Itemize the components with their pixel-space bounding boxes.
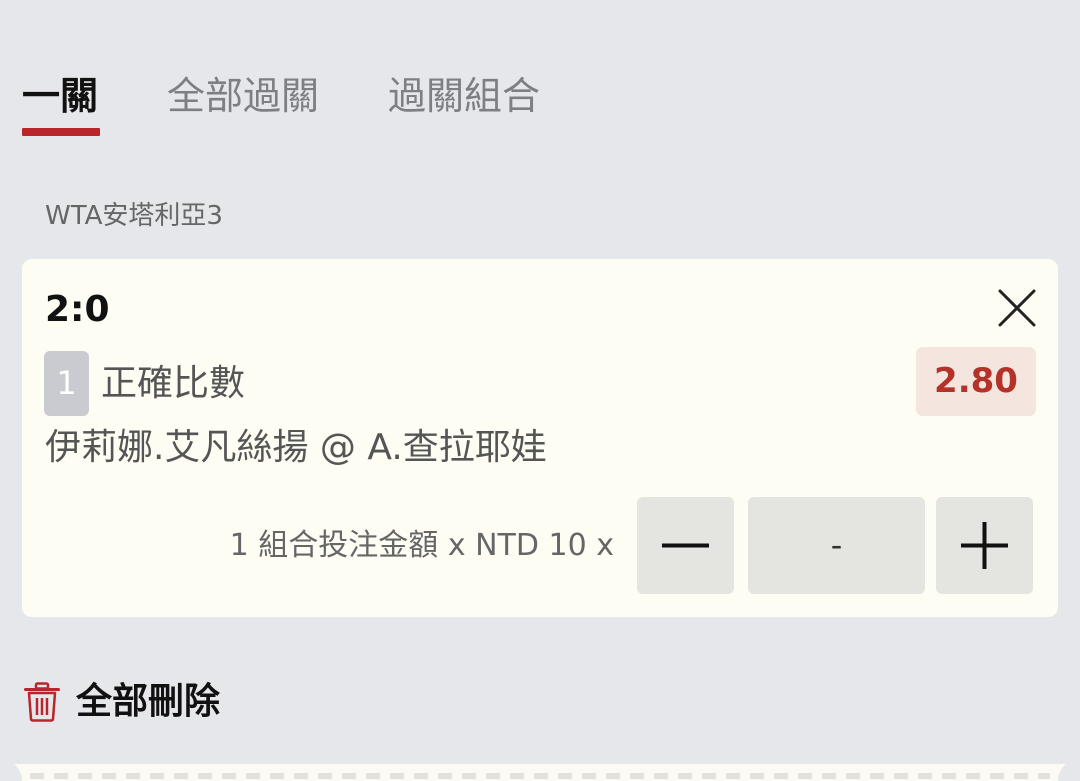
stake-description: 1 組合投注金額 x NTD 10 x — [229, 528, 614, 563]
decrease-stake-button[interactable] — [637, 497, 734, 594]
odds-badge: 2.80 — [916, 347, 1036, 416]
minus-icon — [662, 543, 709, 548]
ticket-edge — [0, 754, 1080, 781]
active-tab-indicator — [22, 128, 100, 136]
leg-number-badge: 1 — [44, 351, 89, 416]
trash-icon — [24, 682, 60, 722]
close-icon — [998, 289, 1036, 327]
event-name: 伊莉娜.艾凡絲揚 @ A.查拉耶娃 — [45, 427, 547, 468]
league-name: WTA安塔利亞3 — [45, 201, 223, 231]
bet-selection: 2:0 — [45, 289, 110, 330]
tab-parlay-combination[interactable]: 過關組合 — [388, 68, 540, 124]
bet-card: 2:0 1 正確比數 2.80 伊莉娜.艾凡絲揚 @ A.查拉耶娃 1 組合投注… — [22, 259, 1058, 617]
remove-bet-button[interactable] — [996, 287, 1038, 329]
plus-icon — [961, 522, 1008, 569]
delete-all-label: 全部刪除 — [76, 681, 221, 722]
stake-input[interactable]: - — [748, 497, 925, 594]
market-name: 正確比數 — [101, 363, 246, 404]
tab-single[interactable]: 一關 — [22, 68, 98, 124]
tab-all-parlay[interactable]: 全部過關 — [167, 68, 319, 124]
increase-stake-button[interactable] — [936, 497, 1033, 594]
